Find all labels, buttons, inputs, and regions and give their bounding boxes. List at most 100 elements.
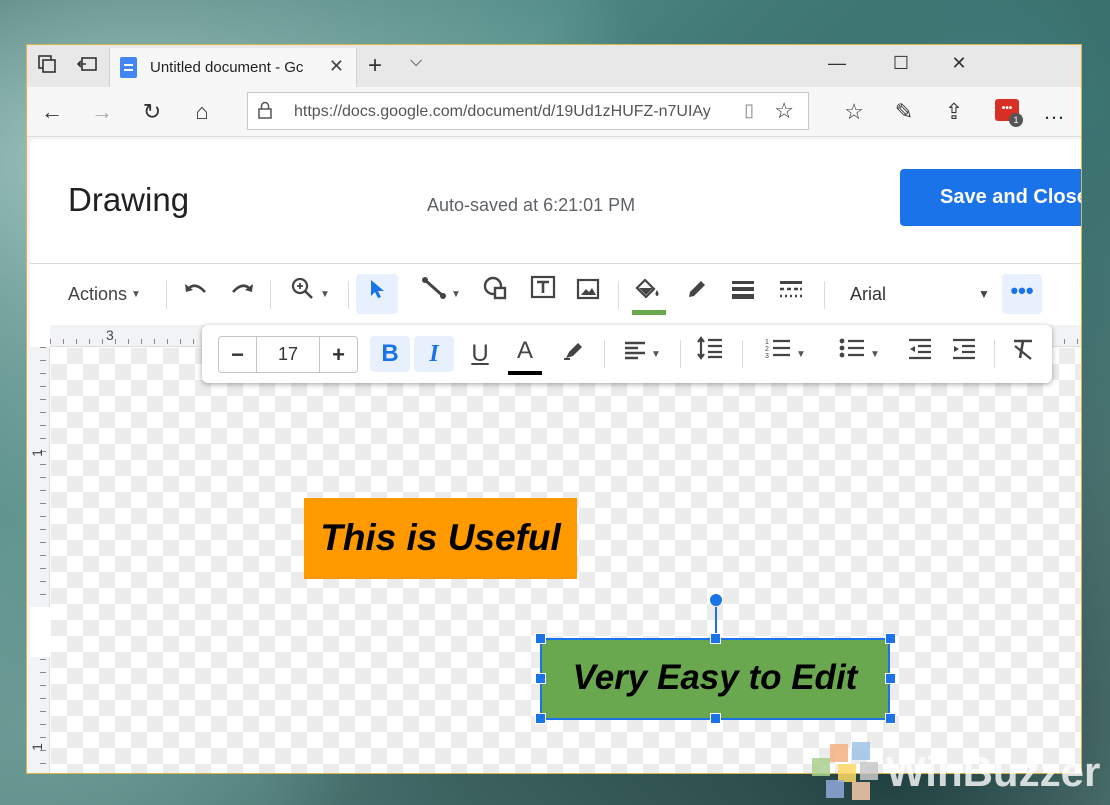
- more-options-icon[interactable]: •••: [1002, 274, 1042, 314]
- text-color-indicator: [508, 371, 542, 375]
- resize-handle-left[interactable]: [535, 673, 546, 684]
- url-text[interactable]: https://docs.google.com/document/d/19Ud1…: [294, 103, 724, 121]
- align-icon[interactable]: ▼: [616, 336, 668, 372]
- tab-title: Untitled document - Gc: [150, 59, 304, 76]
- line-tool-icon[interactable]: ▼: [406, 274, 476, 314]
- resize-handle-bottom[interactable]: [710, 713, 721, 724]
- maximize-icon[interactable]: ☐: [881, 53, 921, 74]
- toolbar-separator: [618, 281, 619, 309]
- fill-color-indicator: [632, 310, 666, 315]
- caret-down-icon[interactable]: ▼: [974, 274, 994, 314]
- select-cursor-icon[interactable]: [356, 274, 398, 314]
- favorite-star-icon[interactable]: ☆: [774, 98, 794, 124]
- share-icon[interactable]: ⇪: [939, 99, 969, 125]
- drawing-dialog: Drawing Auto-saved at 6:21:01 PM Save an…: [30, 139, 1081, 773]
- line-spacing-icon[interactable]: [692, 336, 728, 372]
- undo-icon[interactable]: [178, 274, 214, 314]
- selected-shape-text-box[interactable]: Very Easy to Edit: [540, 638, 890, 720]
- svg-text:1: 1: [765, 339, 769, 346]
- drawing-toolbar: Actions ▼ ▼ ▼ Arial ▼ •••: [30, 269, 1081, 319]
- svg-text:3: 3: [765, 353, 769, 360]
- more-icon[interactable]: …: [1039, 99, 1069, 125]
- bold-button[interactable]: B: [370, 336, 410, 372]
- ruler-mark: 1: [30, 743, 45, 751]
- increase-font-size-button[interactable]: +: [319, 337, 357, 372]
- bulleted-list-icon[interactable]: ▼: [828, 336, 890, 372]
- caret-down-icon: ▼: [651, 348, 661, 360]
- header-divider: [30, 263, 1081, 264]
- image-icon[interactable]: [572, 274, 604, 314]
- resize-handle-top[interactable]: [710, 633, 721, 644]
- highlight-color-icon[interactable]: [556, 336, 592, 372]
- italic-button[interactable]: I: [414, 336, 454, 372]
- resize-handle-bottom-left[interactable]: [535, 713, 546, 724]
- svg-text:2: 2: [765, 346, 769, 353]
- pen-icon[interactable]: ✎: [889, 99, 919, 125]
- zoom-icon[interactable]: ▼: [282, 274, 338, 314]
- actions-menu[interactable]: Actions ▼: [68, 274, 141, 314]
- clear-formatting-icon[interactable]: [1006, 336, 1042, 372]
- numbered-list-icon[interactable]: 1 2 3 ▼: [754, 336, 816, 372]
- resize-handle-top-right[interactable]: [885, 633, 896, 644]
- shape-text-box[interactable]: This is Useful: [304, 498, 577, 579]
- vertical-ruler: 1 1: [30, 347, 50, 773]
- back-icon[interactable]: ←: [37, 99, 67, 125]
- set-aside-tabs-icon[interactable]: [75, 54, 99, 78]
- actions-label: Actions: [68, 284, 128, 304]
- watermark-text: WinBuzzer: [886, 748, 1101, 795]
- favorites-icon[interactable]: ☆: [839, 99, 869, 125]
- decrease-indent-icon[interactable]: [902, 336, 938, 372]
- browser-tab-active[interactable]: Untitled document - Gc ✕: [109, 48, 357, 87]
- toolbar-separator: [166, 281, 167, 309]
- reading-view-icon[interactable]: ▯: [744, 100, 754, 121]
- minimize-icon[interactable]: —: [817, 53, 857, 74]
- extension-count-badge: 1: [1009, 113, 1023, 127]
- browser-window: Untitled document - Gc ✕ + ⌵ — ☐ ✕ ← → ↻…: [26, 44, 1082, 774]
- home-icon[interactable]: ⌂: [187, 99, 217, 125]
- resize-handle-right[interactable]: [885, 673, 896, 684]
- border-dash-icon[interactable]: [774, 274, 808, 314]
- font-family-label: Arial: [850, 284, 887, 304]
- increase-indent-icon[interactable]: [946, 336, 982, 372]
- resize-handle-top-left[interactable]: [535, 633, 546, 644]
- shape-tool-icon[interactable]: [480, 274, 512, 314]
- refresh-icon[interactable]: ↻: [137, 99, 167, 125]
- border-weight-icon[interactable]: [726, 274, 760, 314]
- toolbar-separator: [348, 281, 349, 309]
- toolbar-separator: [994, 340, 995, 368]
- tab-bar: Untitled document - Gc ✕ + ⌵ — ☐ ✕: [27, 45, 1081, 87]
- winbuzzer-watermark: WinBuzzer: [808, 742, 1101, 802]
- navigation-bar: ← → ↻ ⌂ https://docs.google.com/document…: [27, 87, 1081, 137]
- tab-actions-icon[interactable]: [35, 54, 59, 78]
- window-close-icon[interactable]: ✕: [939, 53, 979, 74]
- decrease-font-size-button[interactable]: −: [219, 337, 257, 372]
- autosave-status: Auto-saved at 6:21:01 PM: [427, 195, 636, 215]
- underline-button[interactable]: U: [462, 336, 498, 372]
- address-bar[interactable]: https://docs.google.com/document/d/19Ud1…: [247, 92, 809, 130]
- font-size-value[interactable]: 17: [257, 337, 319, 372]
- forward-icon[interactable]: →: [87, 99, 117, 125]
- ruler-mark: 3: [106, 327, 114, 343]
- caret-down-icon: ▼: [320, 288, 330, 300]
- caret-down-icon: ▼: [451, 288, 461, 300]
- new-tab-icon[interactable]: +: [368, 52, 382, 80]
- save-and-close-button[interactable]: Save and Close: [900, 169, 1081, 226]
- google-docs-icon: [120, 57, 137, 78]
- ruler-mark: 1: [30, 449, 45, 457]
- toolbar-separator: [270, 281, 271, 309]
- lock-icon: [258, 101, 272, 124]
- text-format-toolbar: − 17 + B I U A ▼ 1 2 3 ▼ ▼: [202, 325, 1052, 383]
- text-box-icon[interactable]: [526, 274, 560, 314]
- fill-color-icon[interactable]: [630, 274, 666, 314]
- resize-handle-bottom-right[interactable]: [885, 713, 896, 724]
- font-size-stepper[interactable]: − 17 +: [218, 336, 358, 373]
- text-color-button[interactable]: A: [506, 336, 544, 372]
- tab-close-icon[interactable]: ✕: [329, 56, 344, 77]
- toolbar-separator: [742, 340, 743, 368]
- redo-icon[interactable]: [224, 274, 260, 314]
- border-color-icon[interactable]: [680, 274, 714, 314]
- dialog-title: Drawing: [68, 181, 190, 218]
- caret-down-icon: ▼: [796, 348, 806, 360]
- chevron-down-icon[interactable]: ⌵: [410, 53, 422, 71]
- rotation-handle[interactable]: [710, 594, 722, 606]
